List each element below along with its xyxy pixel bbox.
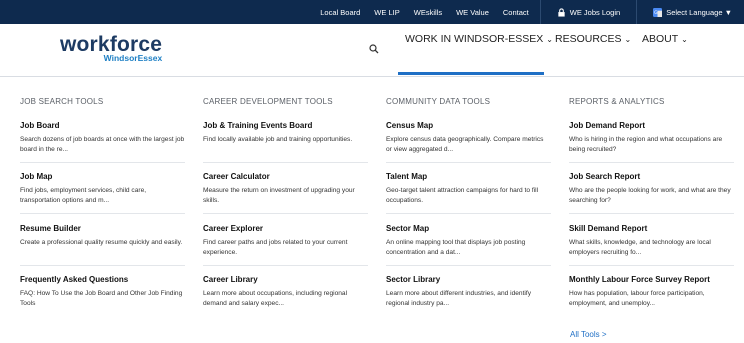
item-divider — [569, 162, 734, 163]
active-nav-indicator — [398, 72, 544, 75]
search-icon[interactable] — [369, 44, 379, 54]
item-description: Find locally available job and training … — [203, 136, 353, 143]
menu-item-career-explorer[interactable]: Career Explorer Find career paths and jo… — [203, 224, 368, 258]
item-description: An online mapping tool that displays job… — [386, 239, 526, 256]
item-divider — [203, 265, 368, 266]
item-divider — [203, 213, 368, 214]
item-description: Find career paths and jobs related to yo… — [203, 239, 348, 256]
column-heading: CAREER DEVELOPMENT TOOLS — [203, 97, 333, 106]
item-title: Job Demand Report — [569, 121, 646, 130]
item-title: Talent Map — [386, 172, 428, 181]
top-links: Local Board WE LIP WEskills WE Value Con… — [313, 0, 744, 24]
menu-item-skill-demand-report[interactable]: Skill Demand Report What skills, knowled… — [569, 224, 734, 258]
item-title: Frequently Asked Questions — [20, 275, 129, 284]
top-utility-bar: Local Board WE LIP WEskills WE Value Con… — [0, 0, 744, 24]
item-description: Find jobs, employment services, child ca… — [20, 187, 147, 204]
menu-item-career-calculator[interactable]: Career Calculator Measure the return on … — [203, 172, 368, 206]
select-language-button[interactable]: G Select Language ▼ — [641, 0, 744, 24]
item-title: Sector Library — [386, 275, 441, 284]
item-divider — [386, 265, 551, 266]
menu-item-resume-builder[interactable]: Resume Builder Create a professional qua… — [20, 224, 185, 248]
item-title: Career Library — [203, 275, 258, 284]
login-label: WE Jobs Login — [569, 7, 621, 17]
item-title: Job Search Report — [569, 172, 641, 181]
column-heading: JOB SEARCH TOOLS — [20, 97, 104, 106]
item-title: Sector Map — [386, 224, 430, 233]
chevron-down-icon: ⌄ — [546, 35, 553, 44]
item-description: What skills, knowledge, and technology a… — [569, 239, 711, 256]
chevron-down-icon: ⌄ — [681, 35, 688, 44]
mega-menu: JOB SEARCH TOOLS Job Board Search dozens… — [0, 77, 744, 343]
top-link-we-value[interactable]: WE Value — [449, 8, 496, 17]
item-description: Create a professional quality resume qui… — [20, 239, 183, 246]
item-description: Explore census data geographically. Comp… — [386, 136, 544, 153]
item-description: Learn more about different industries, a… — [386, 290, 532, 307]
menu-item-sector-library[interactable]: Sector Library Learn more about differen… — [386, 275, 551, 309]
chevron-down-icon: ⌄ — [624, 35, 632, 44]
item-title: Career Calculator — [203, 172, 270, 181]
item-title: Career Explorer — [203, 224, 264, 233]
nav-work-label: WORK IN WINDSOR-ESSEX — [405, 33, 544, 45]
column-heading: COMMUNITY DATA TOOLS — [386, 97, 491, 106]
we-jobs-login-button[interactable]: WE Jobs Login — [545, 0, 632, 24]
menu-item-sector-map[interactable]: Sector Map An online mapping tool that d… — [386, 224, 551, 258]
menu-item-census-map[interactable]: Census Map Explore census data geographi… — [386, 121, 551, 155]
item-divider — [569, 265, 734, 266]
item-title: Monthly Labour Force Survey Report — [569, 275, 710, 284]
nav-about-label: ABOUT — [642, 33, 679, 45]
nav-resources[interactable]: RESOURCES ⌄ — [555, 33, 631, 45]
menu-item-faq[interactable]: Frequently Asked Questions FAQ: How To U… — [20, 275, 185, 309]
item-title: Job & Training Events Board — [203, 121, 313, 130]
item-divider — [386, 162, 551, 163]
item-description: How has population, labour force partici… — [569, 290, 705, 307]
item-divider — [20, 213, 185, 214]
menu-item-job-training-events-board[interactable]: Job & Training Events Board Find locally… — [203, 121, 368, 145]
menu-item-talent-map[interactable]: Talent Map Geo-target talent attraction … — [386, 172, 551, 206]
google-translate-icon: G — [653, 7, 663, 17]
top-divider — [539, 0, 541, 24]
item-description: Who are the people looking for work, and… — [569, 187, 731, 204]
item-description: FAQ: How To Use the Job Board and Other … — [20, 290, 183, 307]
item-description: Search dozens of job boards at once with… — [20, 136, 185, 153]
item-title: Census Map — [386, 121, 434, 130]
item-divider — [20, 265, 185, 266]
item-title: Job Map — [20, 172, 53, 181]
top-link-contact[interactable]: Contact — [496, 8, 536, 17]
nav-work-in-windsor-essex[interactable]: WORK IN WINDSOR-ESSEX ⌄ — [405, 33, 553, 45]
item-description: Who is hiring in the region and what occ… — [569, 136, 723, 153]
menu-item-job-search-report[interactable]: Job Search Report Who are the people loo… — [569, 172, 734, 206]
menu-item-career-library[interactable]: Career Library Learn more about occupati… — [203, 275, 368, 309]
menu-item-job-board[interactable]: Job Board Search dozens of job boards at… — [20, 121, 185, 155]
item-title: Resume Builder — [20, 224, 81, 233]
item-description: Measure the return on investment of upgr… — [203, 187, 355, 204]
item-description: Geo-target talent attraction campaigns f… — [386, 187, 539, 204]
menu-item-monthly-labour-force-survey-report[interactable]: Monthly Labour Force Survey Report How h… — [569, 275, 734, 309]
logo-wordmark: workforce — [60, 33, 163, 56]
item-title: Skill Demand Report — [569, 224, 648, 233]
top-link-weskills[interactable]: WEskills — [407, 8, 449, 17]
top-divider — [636, 0, 638, 24]
nav-about[interactable]: ABOUT ⌄ — [642, 33, 688, 45]
column-heading: REPORTS & ANALYTICS — [569, 97, 665, 106]
lock-icon — [558, 7, 565, 17]
item-divider — [386, 213, 551, 214]
item-title: Job Board — [20, 121, 60, 130]
workforce-windsoressex-logo[interactable]: workforce WindsorEssex — [60, 33, 163, 63]
language-label: Select Language ▼ — [666, 7, 732, 17]
item-divider — [569, 213, 734, 214]
svg-text:G: G — [654, 9, 658, 15]
menu-item-job-map[interactable]: Job Map Find jobs, employment services, … — [20, 172, 185, 206]
nav-resources-label: RESOURCES — [555, 33, 622, 45]
item-divider — [20, 162, 185, 163]
all-tools-link[interactable]: All Tools > — [570, 330, 607, 339]
item-divider — [203, 162, 368, 163]
top-link-local-board[interactable]: Local Board — [313, 8, 367, 17]
top-link-we-lip[interactable]: WE LIP — [367, 8, 406, 17]
menu-item-job-demand-report[interactable]: Job Demand Report Who is hiring in the r… — [569, 121, 734, 155]
item-description: Learn more about occupations, including … — [203, 290, 348, 307]
